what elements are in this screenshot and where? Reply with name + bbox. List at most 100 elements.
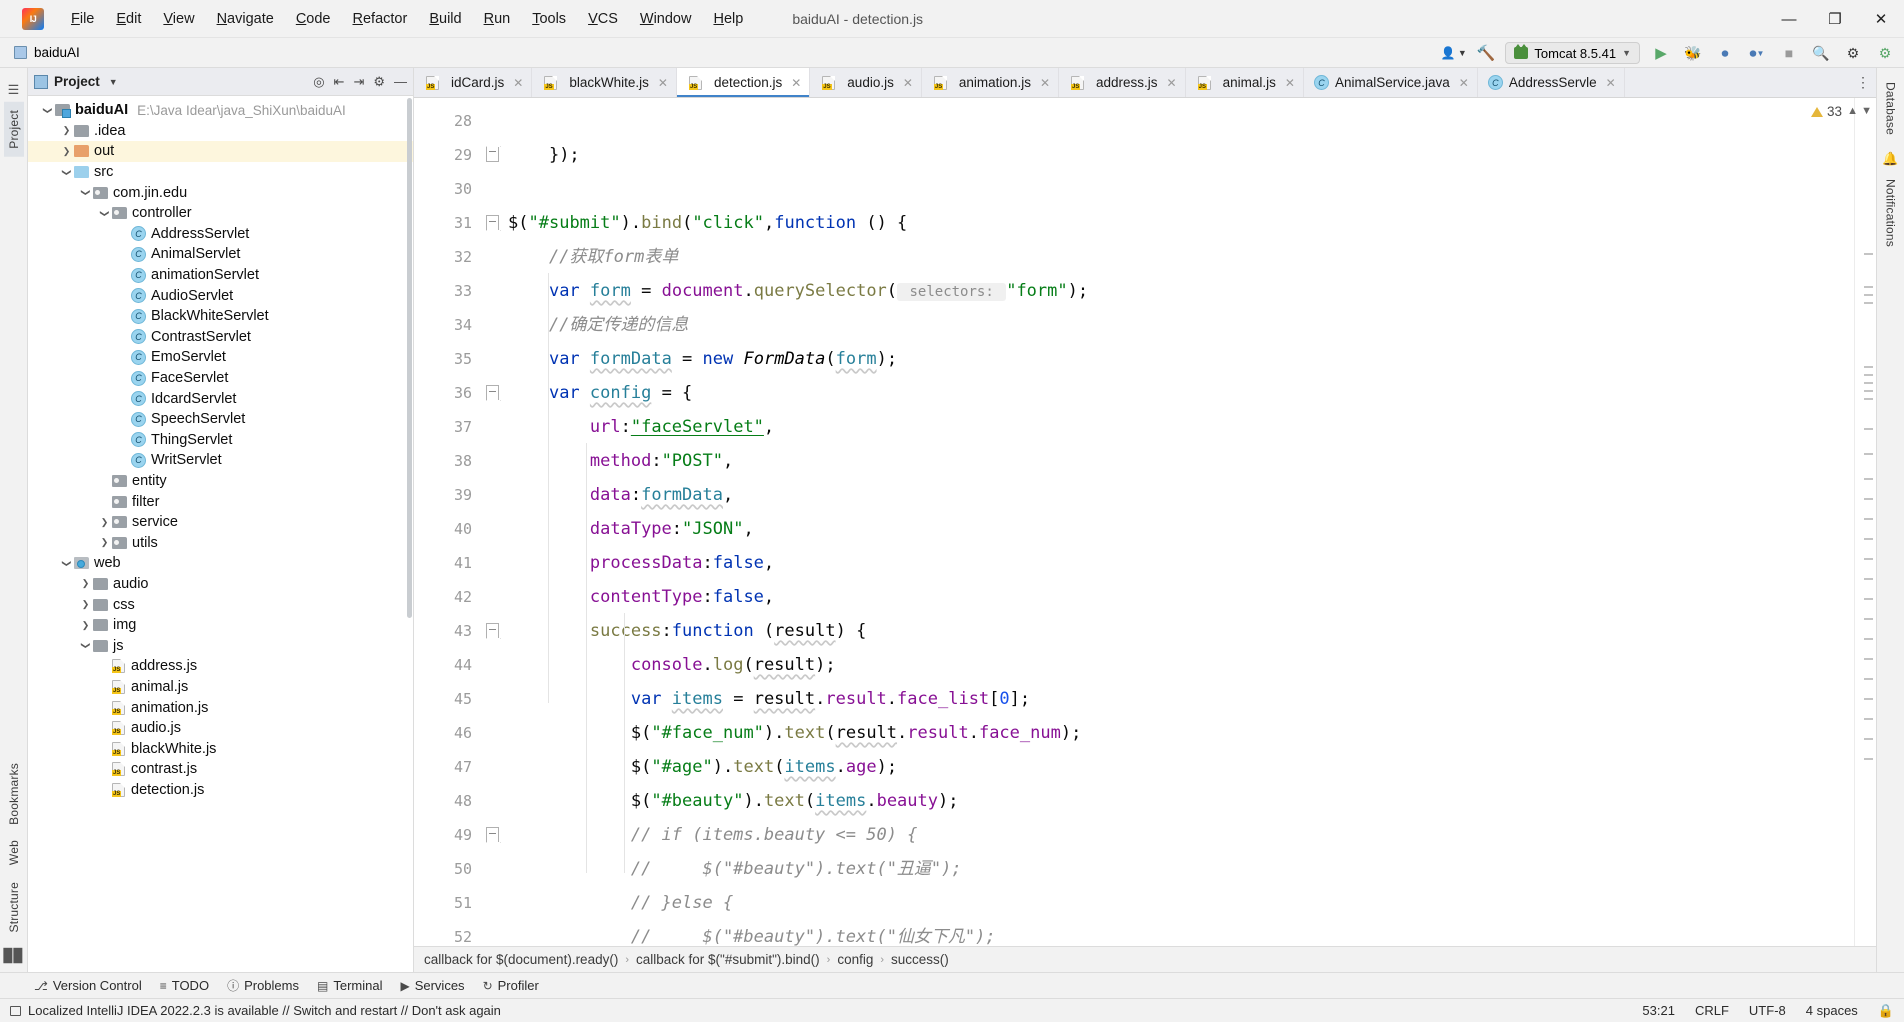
code-line[interactable] bbox=[508, 172, 1854, 206]
bottom-tool-services[interactable]: ▶ Services bbox=[400, 978, 464, 993]
editor-tab-detection-js[interactable]: detection.js ✕ bbox=[676, 68, 811, 97]
code-line[interactable]: success:function (result) { bbox=[508, 614, 1854, 648]
inspection-marker[interactable] bbox=[1864, 578, 1873, 580]
code-content[interactable]: }); $("#submit").bind("click",function ()… bbox=[508, 98, 1854, 946]
next-problem-icon[interactable]: ▼ bbox=[1861, 105, 1872, 117]
editor-tab-blackwhite-js[interactable]: blackWhite.js ✕ bbox=[532, 68, 677, 97]
stop-icon[interactable]: ■ bbox=[1778, 42, 1800, 64]
run-configuration-selector[interactable]: Tomcat 8.5.41 ▼ bbox=[1505, 42, 1640, 64]
project-tree[interactable]: ❯ baiduAI E:\Java Idear\java_ShiXun\baiduA… bbox=[28, 96, 413, 972]
tree-node[interactable]: C AddressServlet bbox=[28, 224, 413, 245]
inspection-marker[interactable] bbox=[1864, 518, 1873, 520]
inspection-marker[interactable] bbox=[1864, 294, 1873, 296]
tree-node[interactable]: C EmoServlet bbox=[28, 347, 413, 368]
tree-node[interactable]: ❯ baiduAI E:\Java Idear\java_ShiXun\baiduA… bbox=[28, 100, 413, 121]
tree-node[interactable]: C ThingServlet bbox=[28, 430, 413, 451]
sidebar-item-database[interactable]: Database bbox=[1881, 74, 1901, 143]
code-line[interactable]: // $("#beauty").text("仙女下凡"); bbox=[508, 920, 1854, 946]
updates-icon[interactable]: ⚙ bbox=[1874, 42, 1896, 64]
sidebar-item-bookmarks[interactable]: Bookmarks bbox=[4, 755, 24, 833]
code-line[interactable]: console.log(result); bbox=[508, 648, 1854, 682]
search-icon[interactable]: 🔍 bbox=[1810, 42, 1832, 64]
tree-node[interactable]: ❯ audio bbox=[28, 574, 413, 595]
inspection-marker[interactable] bbox=[1864, 390, 1873, 392]
tree-scrollbar[interactable] bbox=[407, 98, 412, 618]
tree-node[interactable]: contrast.js bbox=[28, 759, 413, 780]
tree-node[interactable]: animal.js bbox=[28, 677, 413, 698]
inspection-marker[interactable] bbox=[1864, 698, 1873, 700]
fold-collapse-icon[interactable] bbox=[486, 385, 499, 400]
account-icon[interactable]: 👤 ▼ bbox=[1441, 46, 1467, 60]
chevron-right-icon[interactable]: ❯ bbox=[80, 578, 91, 589]
hide-panel-icon[interactable]: — bbox=[394, 74, 407, 89]
close-icon[interactable]: ✕ bbox=[513, 76, 523, 90]
build-panel-icon[interactable]: ▉▉ bbox=[4, 948, 24, 964]
file-encoding[interactable]: UTF-8 bbox=[1749, 1003, 1786, 1018]
close-icon[interactable]: ✕ bbox=[1285, 76, 1295, 90]
menu-file[interactable]: File bbox=[60, 7, 105, 31]
code-line[interactable]: // $("#beauty").text("丑逼"); bbox=[508, 852, 1854, 886]
settings-icon[interactable]: ⚙ bbox=[1842, 42, 1864, 64]
fold-collapse-icon[interactable] bbox=[486, 147, 499, 162]
tree-node[interactable]: detection.js bbox=[28, 780, 413, 801]
chevron-down-icon[interactable]: ❯ bbox=[61, 167, 72, 178]
sidebar-item-project[interactable]: Project bbox=[3, 102, 24, 157]
breadcrumb-item[interactable]: callback for $("#submit").bind() bbox=[636, 952, 820, 967]
menu-view[interactable]: View bbox=[152, 7, 205, 31]
code-line[interactable]: $("#beauty").text(items.beauty); bbox=[508, 784, 1854, 818]
settings-icon[interactable]: ⚙ bbox=[373, 74, 385, 90]
tree-node[interactable]: C AudioServlet bbox=[28, 285, 413, 306]
tree-node[interactable]: C ContrastServlet bbox=[28, 327, 413, 348]
code-folding-gutter[interactable] bbox=[482, 98, 508, 946]
tree-node[interactable]: ❯ controller bbox=[28, 203, 413, 224]
code-line[interactable]: processData:false, bbox=[508, 546, 1854, 580]
editor-tab-address-js[interactable]: address.js ✕ bbox=[1059, 68, 1186, 97]
more-run-icon[interactable]: ⏺ ▼ bbox=[1746, 42, 1768, 64]
chevron-right-icon[interactable]: ❯ bbox=[61, 125, 72, 136]
line-separator[interactable]: CRLF bbox=[1695, 1003, 1729, 1018]
chevron-right-icon[interactable]: ❯ bbox=[61, 146, 72, 157]
tree-node[interactable]: C FaceServlet bbox=[28, 368, 413, 389]
code-line[interactable]: //获取form表单 bbox=[508, 240, 1854, 274]
close-icon[interactable]: ✕ bbox=[903, 76, 913, 90]
code-line[interactable] bbox=[508, 104, 1854, 138]
menu-help[interactable]: Help bbox=[702, 7, 754, 31]
coverage-icon[interactable]: ⏺ bbox=[1714, 42, 1736, 64]
tree-node[interactable]: C WritServlet bbox=[28, 450, 413, 471]
inspection-marker[interactable] bbox=[1864, 598, 1873, 600]
code-line[interactable]: // if (items.beauty <= 50) { bbox=[508, 818, 1854, 852]
inspection-marker[interactable] bbox=[1864, 366, 1873, 368]
tree-node[interactable]: C SpeechServlet bbox=[28, 409, 413, 430]
menu-tools[interactable]: Tools bbox=[521, 7, 577, 31]
code-line[interactable]: var form = document.querySelector( selec… bbox=[508, 274, 1854, 308]
run-icon[interactable]: ▶ bbox=[1650, 42, 1672, 64]
inspection-marker[interactable] bbox=[1864, 558, 1873, 560]
chevron-down-icon[interactable]: ❯ bbox=[61, 558, 72, 569]
bottom-tool-profiler[interactable]: ↻ Profiler bbox=[483, 978, 539, 993]
code-line[interactable]: method:"POST", bbox=[508, 444, 1854, 478]
menu-edit[interactable]: Edit bbox=[105, 7, 152, 31]
fold-collapse-icon[interactable] bbox=[486, 215, 499, 230]
inspection-marker[interactable] bbox=[1864, 638, 1873, 640]
code-line[interactable]: $("#age").text(items.age); bbox=[508, 750, 1854, 784]
bottom-tool-problems[interactable]: ⓘ Problems bbox=[227, 977, 299, 994]
code-line[interactable]: $("#submit").bind("click",function () { bbox=[508, 206, 1854, 240]
chevron-down-icon[interactable]: ❯ bbox=[80, 640, 91, 651]
sidebar-item-notifications[interactable]: Notifications bbox=[1881, 171, 1901, 255]
inspection-marker[interactable] bbox=[1864, 618, 1873, 620]
close-icon[interactable]: ✕ bbox=[1167, 76, 1177, 90]
editor-tab-animation-js[interactable]: animation.js ✕ bbox=[922, 68, 1060, 97]
inspection-marker[interactable] bbox=[1864, 718, 1873, 720]
inspection-marker[interactable] bbox=[1864, 658, 1873, 660]
chevron-right-icon[interactable]: ❯ bbox=[99, 517, 110, 528]
close-icon[interactable]: ✕ bbox=[791, 76, 801, 90]
close-button[interactable]: ✕ bbox=[1858, 0, 1904, 38]
code-line[interactable]: $("#face_num").text(result.result.face_n… bbox=[508, 716, 1854, 750]
menu-build[interactable]: Build bbox=[418, 7, 472, 31]
maximize-button[interactable]: ❐ bbox=[1812, 0, 1858, 38]
code-line[interactable]: data:formData, bbox=[508, 478, 1854, 512]
inspection-marker[interactable] bbox=[1864, 738, 1873, 740]
code-line[interactable]: var items = result.result.face_list[0]; bbox=[508, 682, 1854, 716]
breadcrumb-item[interactable]: success() bbox=[891, 952, 949, 967]
menu-code[interactable]: Code bbox=[285, 7, 342, 31]
